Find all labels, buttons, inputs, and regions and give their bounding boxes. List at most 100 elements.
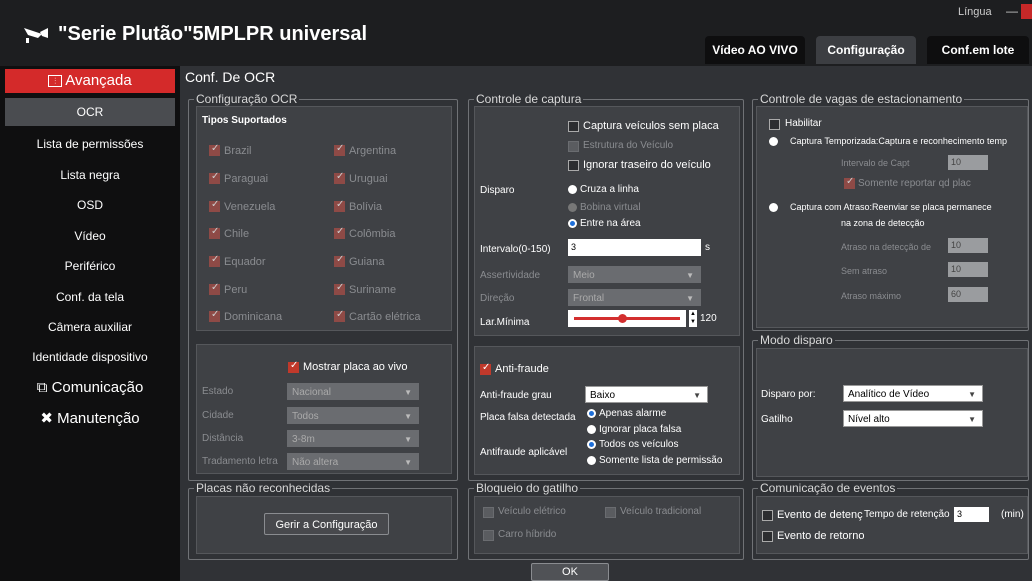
checkbox-guyana[interactable] xyxy=(334,254,345,267)
whitelist-only-label: Somente lista de permissão xyxy=(599,455,723,466)
parking-panel: Habilitar Captura Temporizada:Captura e … xyxy=(756,106,1028,328)
tab-configuration[interactable]: Configuração xyxy=(816,36,916,64)
language-menu[interactable]: Língua xyxy=(958,6,992,18)
assertiveness-select[interactable]: Meio ▼ xyxy=(568,266,701,283)
antifraud-applicable-label: Antifraude aplicável xyxy=(480,447,568,458)
distancia-select[interactable]: 3-8m ▼ xyxy=(287,430,419,447)
direction-select[interactable]: Frontal ▼ xyxy=(568,289,701,306)
min-width-label: Lar.Mínima xyxy=(480,317,530,328)
radio-timed-capture[interactable] xyxy=(769,137,778,146)
label-argentina: Argentina xyxy=(349,145,397,157)
retention-time-input[interactable]: 3 xyxy=(954,507,989,522)
checkbox-electric-card[interactable] xyxy=(334,309,345,322)
sidebar-item-video[interactable]: Vídeo xyxy=(5,222,175,250)
checkbox-antifraud[interactable] xyxy=(480,362,491,375)
radio-cross-line[interactable] xyxy=(568,185,577,194)
checkbox-bolivia[interactable] xyxy=(334,199,345,212)
checkbox-uruguay[interactable] xyxy=(334,171,345,184)
electric-vehicle-label: Veículo elétrico xyxy=(498,506,566,517)
timed-capture-label: Captura Temporizada:Captura e reconhecim… xyxy=(790,136,1007,146)
checkbox-electric-vehicle[interactable] xyxy=(483,507,494,518)
show-plate-live-label: Mostrar placa ao vivo xyxy=(303,361,408,373)
retention-unit: (min) xyxy=(1001,509,1024,520)
label-electric-card: Cartão elétrica xyxy=(349,311,421,323)
radio-enter-area[interactable] xyxy=(568,219,577,228)
manage-config-button[interactable]: Gerir a Configuração xyxy=(264,513,389,535)
close-button[interactable] xyxy=(1021,4,1032,19)
estado-select[interactable]: Nacional ▼ xyxy=(287,383,419,400)
trigger-lock-panel: Veículo elétrico Veículo tradicional Car… xyxy=(474,496,740,554)
capture-interval-input[interactable]: 10 xyxy=(948,155,988,170)
checkbox-detection-event[interactable] xyxy=(762,510,773,521)
return-event-label: Evento de retorno xyxy=(777,530,865,542)
interval-input[interactable]: 3 xyxy=(568,239,701,256)
checkbox-ignore-rear[interactable] xyxy=(568,160,579,171)
checkbox-colombia[interactable] xyxy=(334,226,345,239)
event-communication-group: Comunicação de eventos Evento de detenç … xyxy=(752,481,1029,560)
checkbox-venezuela[interactable] xyxy=(209,199,220,212)
radio-only-alarm[interactable] xyxy=(587,409,596,418)
checkbox-chile[interactable] xyxy=(209,226,220,239)
parking-enable-label: Habilitar xyxy=(785,118,822,129)
checkbox-only-report[interactable] xyxy=(844,176,855,189)
checkbox-traditional-vehicle[interactable] xyxy=(605,507,616,518)
chevron-down-icon: ▼ xyxy=(686,294,694,303)
sidebar-header-advanced[interactable]: ⫶ Avançada xyxy=(5,69,175,93)
group-label: Comunicação de eventos xyxy=(758,481,898,495)
interval-label: Intervalo(0-150) xyxy=(480,244,551,255)
spin-buttons[interactable]: ▲ ▼ xyxy=(689,310,697,327)
checkbox-capture-no-plate[interactable] xyxy=(568,121,579,132)
sidebar-item-device-identity[interactable]: Identidade dispositivo xyxy=(5,343,175,371)
minimize-button[interactable]: — xyxy=(1006,4,1018,18)
capture-no-plate-label: Captura veículos sem placa xyxy=(583,120,719,132)
label-guyana: Guiana xyxy=(349,256,385,268)
cidade-select[interactable]: Todos ▼ xyxy=(287,407,419,424)
trigger-lock-group: Bloqueio do gatilho Veículo elétrico Veí… xyxy=(468,481,744,560)
ok-button[interactable]: OK xyxy=(531,563,609,581)
sidebar-item-whitelist[interactable]: Lista de permissões xyxy=(5,130,175,158)
checkbox-brazil[interactable] xyxy=(209,143,220,156)
sidebar-item-blacklist[interactable]: Lista negra xyxy=(5,161,175,189)
radio-all-vehicles[interactable] xyxy=(587,440,596,449)
radio-virtual-coil[interactable] xyxy=(568,203,577,212)
no-delay-input[interactable]: 10 xyxy=(948,262,988,277)
fake-plate-detected-label: Placa falsa detectada xyxy=(480,412,576,423)
checkbox-dominicana[interactable] xyxy=(209,309,220,322)
sidebar-item-screen-config[interactable]: Conf. da tela xyxy=(5,283,175,311)
radio-ignore-fake[interactable] xyxy=(587,425,596,434)
trigger-by-select[interactable]: Analítico de Vídeo ▼ xyxy=(843,385,983,402)
checkbox-show-plate-live[interactable] xyxy=(288,360,299,373)
min-width-slider[interactable] xyxy=(568,310,686,327)
only-report-label: Somente reportar qd plac xyxy=(858,178,971,189)
ignore-fake-label: Ignorar placa falsa xyxy=(599,424,682,435)
checkbox-parking-enable[interactable] xyxy=(769,119,780,130)
radio-delayed-capture[interactable] xyxy=(769,203,778,212)
sidebar-item-communication[interactable]: ⧉ Comunicação xyxy=(5,374,175,402)
detection-event-label: Evento de detenç xyxy=(777,509,863,521)
radio-whitelist-only[interactable] xyxy=(587,456,596,465)
sidebar-item-aux-camera[interactable]: Câmera auxiliar xyxy=(5,313,175,341)
antifraud-grade-select[interactable]: Baixo ▼ xyxy=(585,386,708,403)
tab-batch-config[interactable]: Conf.em lote xyxy=(927,36,1029,64)
antifraud-panel: Anti-fraude Anti-fraude grau Baixo▼ Plac… xyxy=(474,346,740,475)
max-delay-input[interactable]: 60 xyxy=(948,287,988,302)
chevron-down-icon: ▼ xyxy=(968,415,976,424)
gatilho-select[interactable]: Nível alto ▼ xyxy=(843,410,983,427)
checkbox-return-event[interactable] xyxy=(762,531,773,542)
sidebar-item-ocr[interactable]: OCR xyxy=(5,98,175,126)
checkbox-hybrid[interactable] xyxy=(483,530,494,541)
app-title: "Serie Plutão"5MPLPR universal xyxy=(58,23,368,45)
checkbox-ecuador[interactable] xyxy=(209,254,220,267)
tab-live-video[interactable]: Vídeo AO VIVO xyxy=(705,36,805,64)
checkbox-argentina[interactable] xyxy=(334,143,345,156)
checkbox-paraguay[interactable] xyxy=(209,171,220,184)
tratamento-select[interactable]: Não altera ▼ xyxy=(287,453,419,470)
checkbox-suriname[interactable] xyxy=(334,282,345,295)
sidebar-item-osd[interactable]: OSD xyxy=(5,191,175,219)
slider-knob[interactable] xyxy=(617,314,627,323)
delay-detect-input[interactable]: 10 xyxy=(948,238,988,253)
sidebar-item-maintenance[interactable]: ✖ Manutenção xyxy=(5,405,175,433)
checkbox-vehicle-structure[interactable] xyxy=(568,141,579,152)
sidebar-item-peripheral[interactable]: Periférico xyxy=(5,252,175,280)
checkbox-peru[interactable] xyxy=(209,282,220,295)
